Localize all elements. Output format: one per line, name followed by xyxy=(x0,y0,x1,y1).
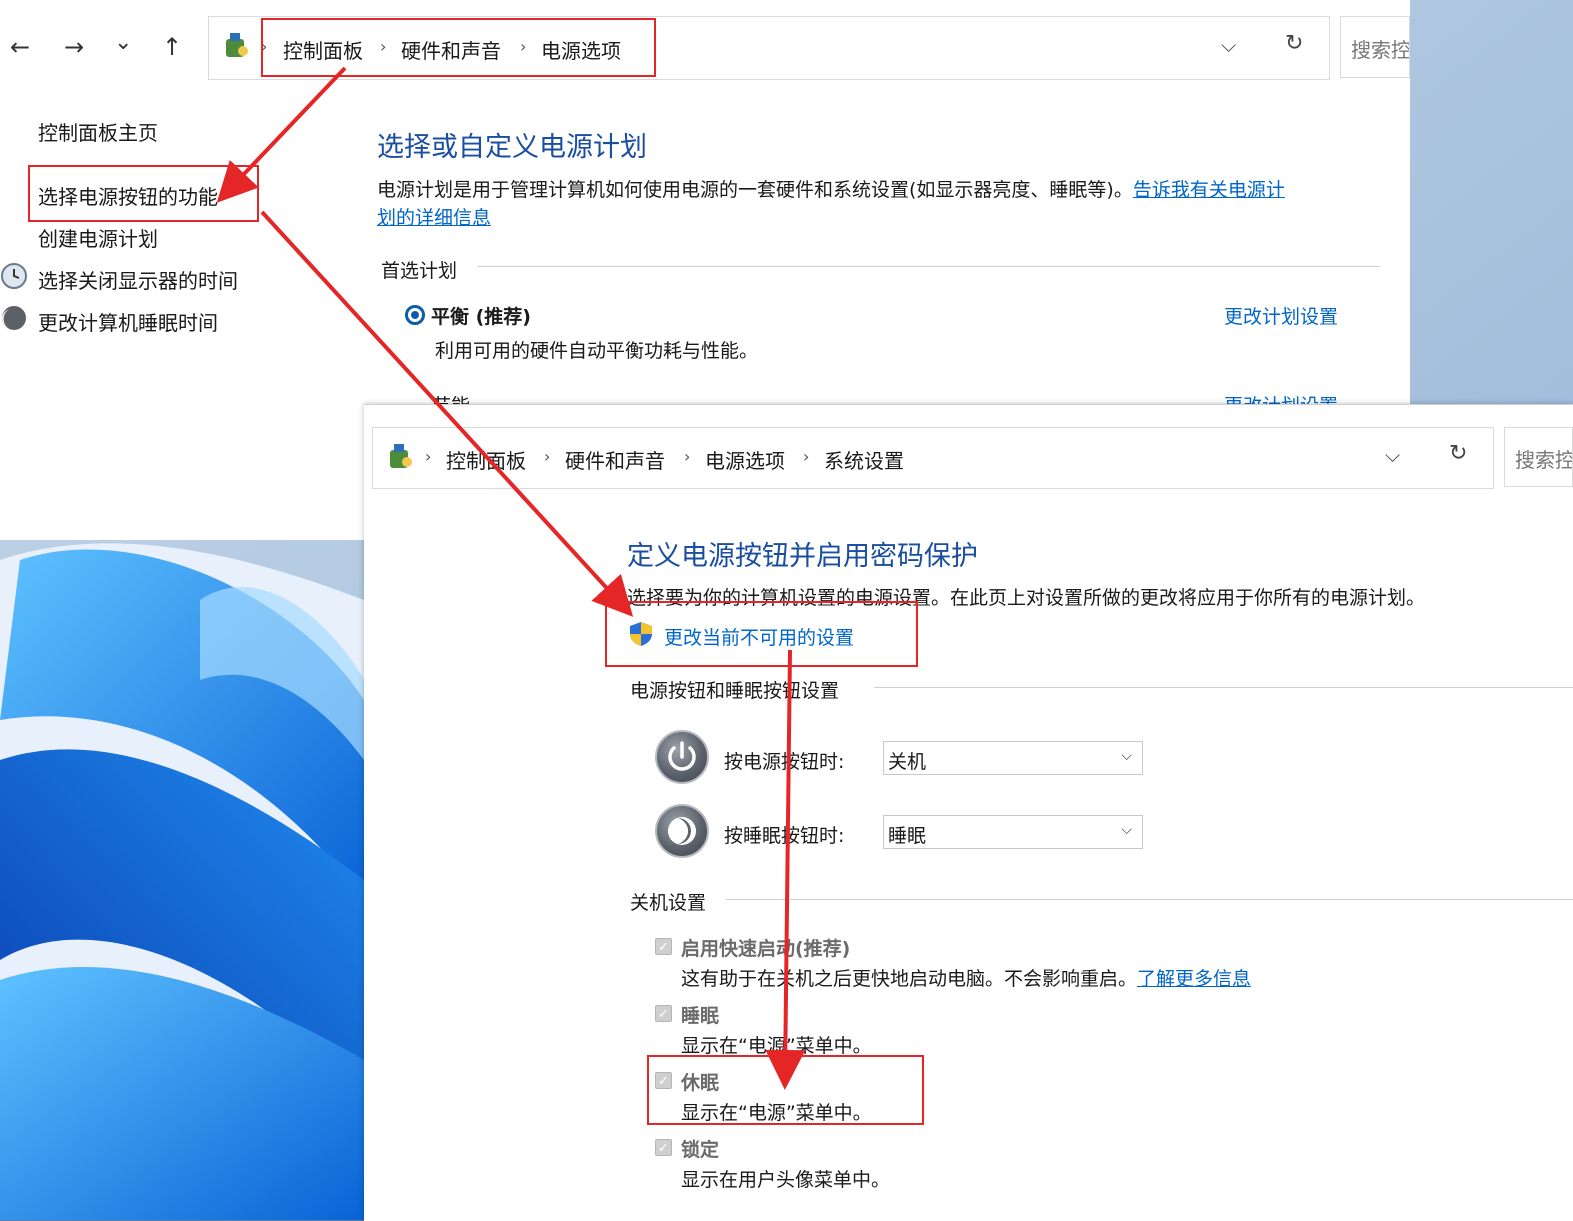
annotation-arrows xyxy=(216,66,806,1090)
annotation-arrow xyxy=(765,649,806,1090)
annotation-arrow xyxy=(216,66,347,203)
annotation-arrow xyxy=(260,210,634,617)
